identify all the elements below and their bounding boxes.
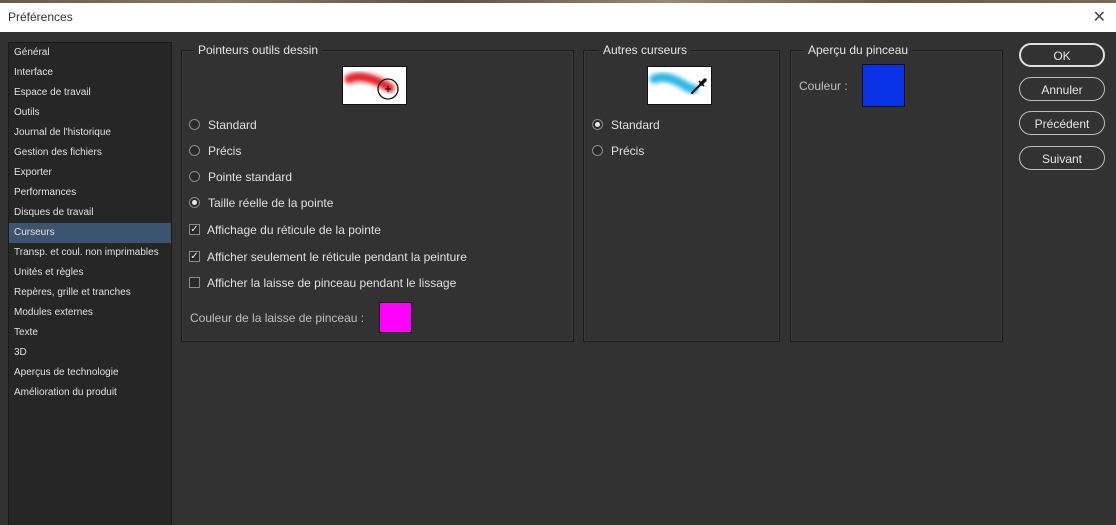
eyedropper-cursor-preview-icon — [649, 72, 707, 95]
close-icon[interactable]: ✕ — [1093, 7, 1106, 27]
other-cursor-preview — [647, 66, 712, 105]
brush-preview-title: Aperçu du pinceau — [804, 43, 913, 57]
brush-preview-color-label: Couleur : — [799, 79, 848, 93]
painting-cursor-full-size-tip-radio[interactable] — [189, 197, 200, 208]
sidebar-item-general[interactable]: Général — [9, 43, 171, 63]
sidebar-item-performance[interactable]: Performances — [9, 183, 171, 203]
painting-cursors-title: Pointeurs outils dessin — [194, 43, 323, 57]
leash-color-swatch[interactable] — [379, 302, 412, 333]
other-cursor-standard-radio[interactable] — [592, 119, 603, 130]
sidebar-item-plugins[interactable]: Modules externes — [9, 303, 171, 323]
painting-cursor-precise-radio[interactable] — [189, 145, 200, 156]
sidebar-item-export[interactable]: Exporter — [9, 163, 171, 183]
other-cursors-title: Autres curseurs — [599, 43, 692, 57]
sidebar-item-transparency-gamut[interactable]: Transp. et coul. non imprimables — [9, 243, 171, 263]
painting-cursor-preview — [342, 66, 407, 105]
sidebar-item-interface[interactable]: Interface — [9, 63, 171, 83]
show-crosshair-checkbox[interactable]: ✓ — [189, 224, 200, 235]
sidebar-item-scratch-disks[interactable]: Disques de travail — [9, 203, 171, 223]
show-brush-leash-label[interactable]: Afficher la laisse de pinceau pendant le… — [207, 276, 456, 290]
painting-cursor-standard-label[interactable]: Standard — [208, 118, 257, 132]
sidebar-item-tools[interactable]: Outils — [9, 103, 171, 123]
next-button[interactable]: Suivant — [1019, 146, 1105, 170]
painting-cursor-normal-tip-radio[interactable] — [189, 171, 200, 182]
sidebar-item-guides-grid-slices[interactable]: Repères, grille et tranches — [9, 283, 171, 303]
brush-cursor-preview-icon — [344, 72, 399, 100]
sidebar-item-product-improvement[interactable]: Amélioration du produit — [9, 383, 171, 403]
title-bar: Préférences ✕ — [0, 3, 1116, 32]
painting-cursor-normal-tip-label[interactable]: Pointe standard — [208, 170, 292, 184]
brush-preview-color-swatch[interactable] — [862, 64, 905, 107]
painting-cursor-standard-radio[interactable] — [189, 119, 200, 130]
other-cursor-precise-label[interactable]: Précis — [611, 144, 644, 158]
sidebar-item-units-rulers[interactable]: Unités et règles — [9, 263, 171, 283]
only-crosshair-while-painting-label[interactable]: Afficher seulement le réticule pendant l… — [207, 250, 467, 264]
sidebar-item-history-log[interactable]: Journal de l'historique — [9, 123, 171, 143]
previous-button[interactable]: Précédent — [1019, 111, 1105, 135]
painting-cursor-full-size-tip-label[interactable]: Taille réelle de la pointe — [208, 196, 333, 210]
leash-color-label: Couleur de la laisse de pinceau : — [190, 311, 365, 325]
other-cursor-standard-label[interactable]: Standard — [611, 118, 660, 132]
show-brush-leash-checkbox[interactable] — [189, 277, 200, 288]
painting-cursor-precise-label[interactable]: Précis — [208, 144, 241, 158]
other-cursor-precise-radio[interactable] — [592, 145, 603, 156]
sidebar-item-type[interactable]: Texte — [9, 323, 171, 343]
sidebar-item-3d[interactable]: 3D — [9, 343, 171, 363]
sidebar-item-technology-previews[interactable]: Aperçus de technologie — [9, 363, 171, 383]
window-title: Préférences — [8, 10, 73, 24]
sidebar-item-file-handling[interactable]: Gestion des fichiers — [9, 143, 171, 163]
only-crosshair-while-painting-checkbox[interactable]: ✓ — [189, 251, 200, 262]
show-crosshair-label[interactable]: Affichage du réticule de la pointe — [207, 223, 381, 237]
cancel-button[interactable]: Annuler — [1019, 77, 1105, 101]
sidebar-item-cursors[interactable]: Curseurs — [9, 223, 171, 243]
sidebar-item-workspace[interactable]: Espace de travail — [9, 83, 171, 103]
preferences-sidebar: Général Interface Espace de travail Outi… — [8, 42, 172, 525]
ok-button[interactable]: OK — [1019, 43, 1105, 67]
